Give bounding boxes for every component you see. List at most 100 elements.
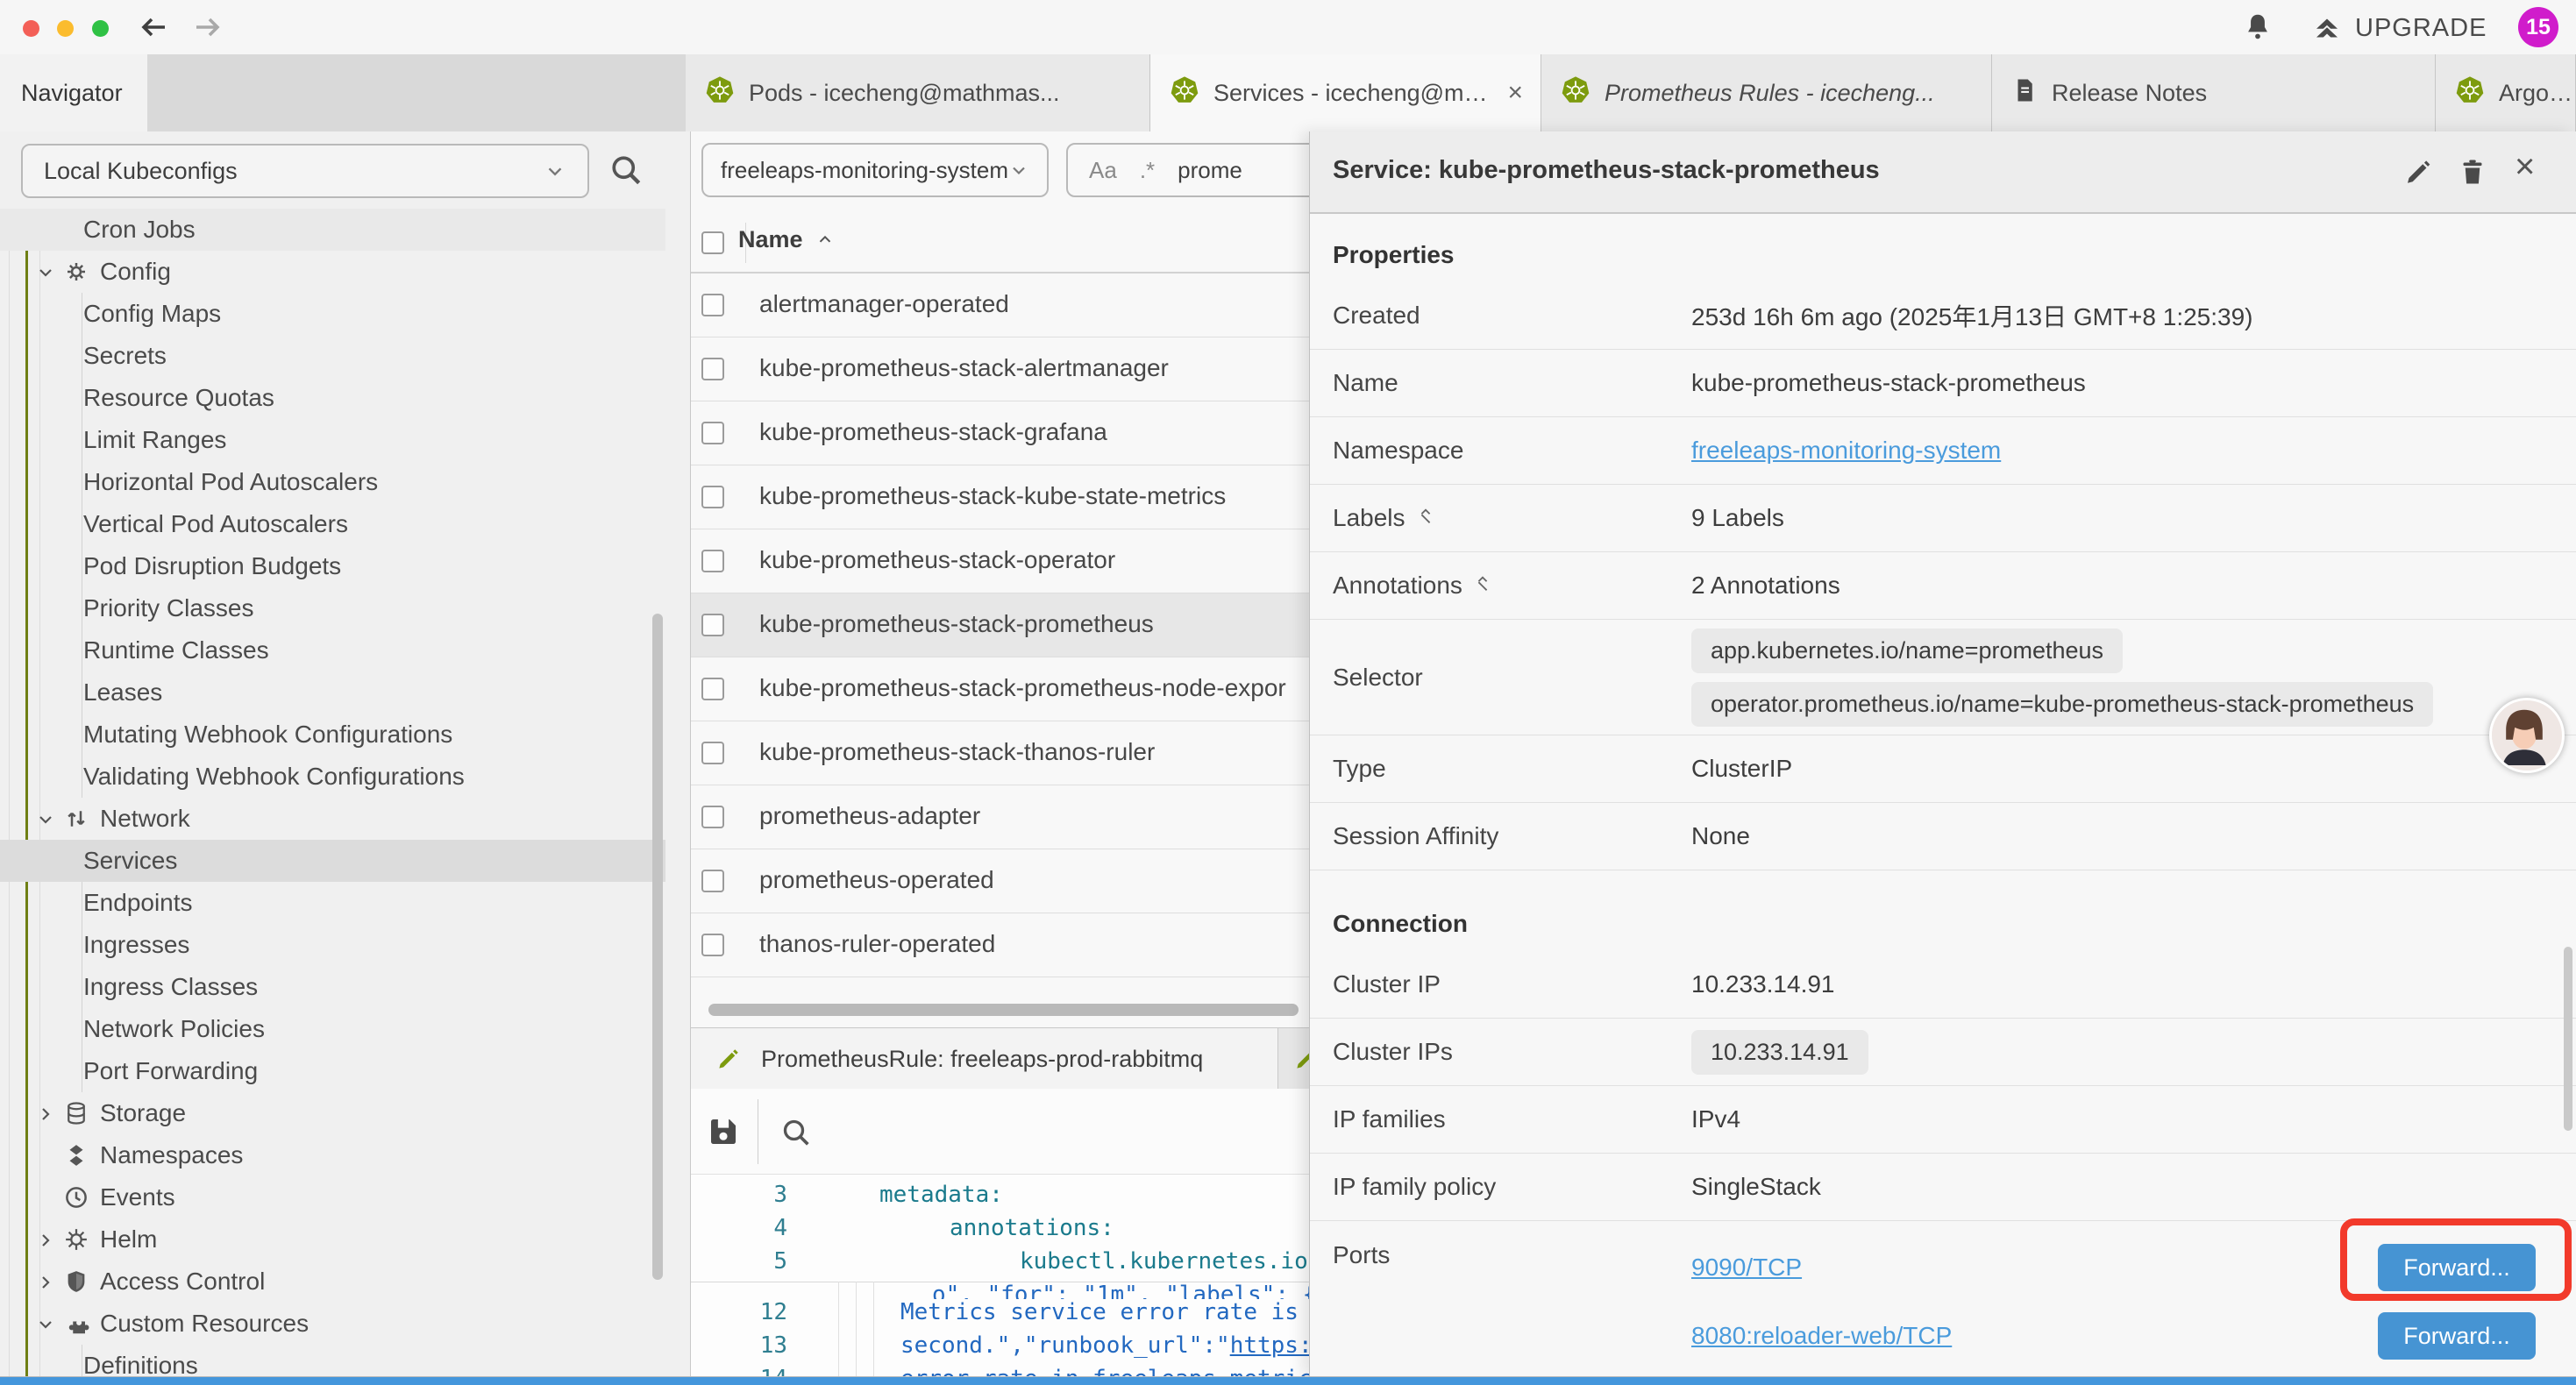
edit-pencil-icon[interactable]: [2402, 156, 2434, 188]
avatar[interactable]: [2489, 698, 2565, 773]
table-row[interactable]: kube-prometheus-stack-prometheus-node-ex…: [691, 657, 1309, 721]
dock-tab-next[interactable]: [1279, 1028, 1309, 1090]
editor-search-icon[interactable]: [779, 1115, 814, 1154]
chevron-down-icon[interactable]: [35, 808, 56, 829]
sidebar-item-limit-ranges[interactable]: Limit Ranges: [0, 419, 665, 461]
match-case-toggle[interactable]: Aa: [1089, 157, 1117, 184]
sidebar-item-pod-disruption-budgets[interactable]: Pod Disruption Budgets: [0, 545, 665, 587]
forward-button[interactable]: Forward...: [2378, 1312, 2536, 1360]
sidebar-item-config[interactable]: Config: [0, 251, 665, 293]
kubeconfig-select-value: Local Kubeconfigs: [44, 158, 238, 185]
sidebar-scrollbar[interactable]: [652, 614, 663, 1280]
port-link[interactable]: 9090/TCP: [1691, 1254, 1802, 1282]
save-icon[interactable]: [705, 1113, 742, 1154]
close-icon[interactable]: ×: [2515, 147, 2546, 179]
tab-services-icecheng-math[interactable]: Services - icecheng@math... ×: [1150, 54, 1541, 131]
yaml-editor[interactable]: 3metadata:4annotations:5kubectl.kubernet…: [691, 1175, 1309, 1377]
kubeconfig-select[interactable]: Local Kubeconfigs: [21, 144, 589, 198]
tab-release-notes[interactable]: Release Notes: [1992, 54, 2436, 131]
table-row[interactable]: kube-prometheus-stack-kube-state-metrics: [691, 465, 1309, 529]
detail-scrollbar[interactable]: [2564, 947, 2572, 1131]
tab-pods-icecheng-mathmas[interactable]: Pods - icecheng@mathmas...: [686, 54, 1150, 131]
back-arrow-icon[interactable]: [139, 11, 170, 43]
upgrade-button[interactable]: UPGRADE: [2311, 12, 2487, 44]
notifications-bell-icon[interactable]: [2241, 11, 2274, 44]
sidebar-item-events[interactable]: Events: [0, 1176, 665, 1218]
maximize-window-button[interactable]: [92, 20, 109, 37]
sidebar-item-validating-webhook-configurations[interactable]: Validating Webhook Configurations: [0, 756, 665, 798]
close-window-button[interactable]: [23, 20, 39, 37]
runbook-link[interactable]: https://net: [1230, 1332, 1309, 1359]
row-checkbox[interactable]: [701, 934, 724, 956]
row-checkbox[interactable]: [701, 358, 724, 380]
sidebar-item-custom-resources[interactable]: Custom Resources: [0, 1303, 665, 1345]
row-checkbox[interactable]: [701, 742, 724, 764]
table-row[interactable]: kube-prometheus-stack-alertmanager: [691, 337, 1309, 401]
chevron-down-icon[interactable]: [35, 261, 56, 282]
sidebar-item-ingresses[interactable]: Ingresses: [0, 924, 665, 966]
delete-trash-icon[interactable]: [2457, 156, 2488, 188]
sidebar-item-definitions[interactable]: Definitions: [0, 1345, 665, 1377]
sidebar-item-cron-jobs[interactable]: Cron Jobs: [0, 209, 665, 251]
tab-argo-se[interactable]: Argo Se: [2436, 54, 2576, 131]
sidebar-item-config-maps[interactable]: Config Maps: [0, 293, 665, 335]
table-row[interactable]: kube-prometheus-stack-operator: [691, 529, 1309, 593]
table-row[interactable]: kube-prometheus-stack-prometheus: [691, 593, 1309, 657]
sidebar-item-leases[interactable]: Leases: [0, 671, 665, 714]
namespace-filter-select[interactable]: freeleaps-monitoring-system: [701, 143, 1049, 197]
sidebar-item-access-control[interactable]: Access Control: [0, 1261, 665, 1303]
chevron-right-icon[interactable]: [35, 1271, 56, 1292]
sidebar-item-network-policies[interactable]: Network Policies: [0, 1008, 665, 1050]
sidebar-item-runtime-classes[interactable]: Runtime Classes: [0, 629, 665, 671]
sidebar-item-endpoints[interactable]: Endpoints: [0, 882, 665, 924]
row-checkbox[interactable]: [701, 422, 724, 444]
row-checkbox[interactable]: [701, 486, 724, 508]
sidebar-item-mutating-webhook-configurations[interactable]: Mutating Webhook Configurations: [0, 714, 665, 756]
sidebar-item-secrets[interactable]: Secrets: [0, 335, 665, 377]
table-row[interactable]: kube-prometheus-stack-thanos-ruler: [691, 721, 1309, 785]
row-checkbox[interactable]: [701, 678, 724, 700]
tab-prometheus-rules-icecheng[interactable]: Prometheus Rules - icecheng...: [1541, 54, 1992, 131]
list-search-input[interactable]: Aa .* prome: [1066, 143, 1309, 197]
sidebar-item-priority-classes[interactable]: Priority Classes: [0, 587, 665, 629]
port-link[interactable]: 8080:reloader-web/TCP: [1691, 1322, 1952, 1350]
horizontal-scrollbar[interactable]: [708, 1004, 1299, 1016]
sidebar-item-helm[interactable]: Helm: [0, 1218, 665, 1261]
sidebar-item-ingress-classes[interactable]: Ingress Classes: [0, 966, 665, 1008]
table-row[interactable]: kube-prometheus-stack-grafana: [691, 401, 1309, 465]
table-row[interactable]: prometheus-adapter: [691, 785, 1309, 849]
namespace-link[interactable]: freeleaps-monitoring-system: [1691, 437, 2001, 465]
row-checkbox[interactable]: [701, 294, 724, 316]
sidebar-item-namespaces[interactable]: Namespaces: [0, 1134, 665, 1176]
dock-tab-prometheusrule[interactable]: PrometheusRule: freeleaps-prod-rabbitmq: [691, 1028, 1278, 1090]
select-all-checkbox[interactable]: [701, 231, 724, 254]
sidebar-search-icon[interactable]: [607, 151, 645, 189]
sidebar-item-horizontal-pod-autoscalers[interactable]: Horizontal Pod Autoscalers: [0, 461, 665, 503]
row-checkbox[interactable]: [701, 806, 724, 828]
sidebar-item-vertical-pod-autoscalers[interactable]: Vertical Pod Autoscalers: [0, 503, 665, 545]
sort-toggle-icon[interactable]: [1473, 572, 1492, 600]
sidebar-item-services[interactable]: Services: [0, 840, 665, 882]
chevron-right-icon[interactable]: [35, 1229, 56, 1250]
table-row[interactable]: prometheus-operated: [691, 849, 1309, 913]
table-row[interactable]: alertmanager-operated: [691, 273, 1309, 337]
sidebar-item-network[interactable]: Network: [0, 798, 665, 840]
row-checkbox[interactable]: [701, 614, 724, 636]
sidebar-item-resource-quotas[interactable]: Resource Quotas: [0, 377, 665, 419]
tab-label: Services - icecheng@math...: [1213, 80, 1488, 107]
regex-toggle[interactable]: .*: [1140, 157, 1155, 184]
close-tab-icon[interactable]: ×: [1507, 78, 1523, 108]
table-row[interactable]: thanos-ruler-operated: [691, 913, 1309, 977]
forward-arrow-icon[interactable]: [191, 11, 223, 43]
navigator-panel-tab[interactable]: Navigator: [0, 54, 147, 131]
sidebar-item-port-forwarding[interactable]: Port Forwarding: [0, 1050, 665, 1092]
sort-toggle-icon[interactable]: [1416, 504, 1435, 532]
minimize-window-button[interactable]: [57, 20, 74, 37]
sidebar-item-storage[interactable]: Storage: [0, 1092, 665, 1134]
chevron-down-icon[interactable]: [35, 1313, 56, 1334]
notification-count-badge[interactable]: 15: [2518, 7, 2558, 47]
name-column-header[interactable]: Name: [738, 226, 835, 253]
row-checkbox[interactable]: [701, 870, 724, 892]
chevron-right-icon[interactable]: [35, 1103, 56, 1124]
row-checkbox[interactable]: [701, 550, 724, 572]
